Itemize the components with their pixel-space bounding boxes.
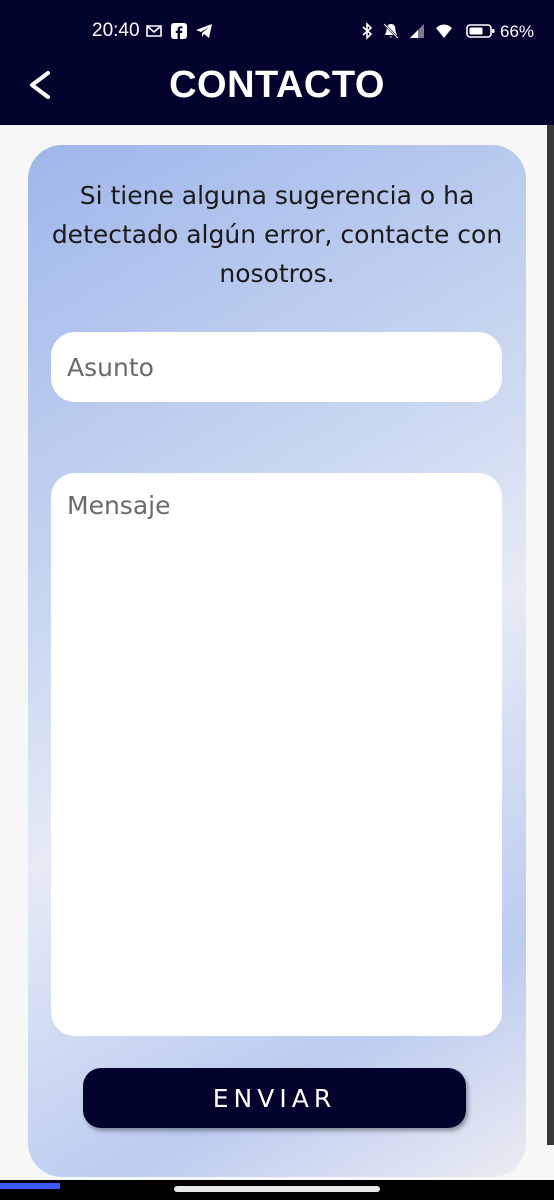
- status-bar: 20:40 66%: [0, 0, 554, 62]
- page-title: CONTACTO: [169, 64, 385, 106]
- battery-icon: [466, 24, 495, 38]
- intro-text: Si tiene alguna sugerencia o ha detectad…: [51, 181, 503, 288]
- nav-indicator: [0, 1183, 60, 1189]
- bluetooth-icon: [362, 22, 373, 40]
- scrollbar-track: [547, 125, 554, 1145]
- gesture-handle[interactable]: [174, 1186, 380, 1192]
- facebook-icon: [171, 23, 187, 39]
- subject-input[interactable]: [51, 332, 502, 402]
- battery-percentage: 66%: [500, 22, 535, 41]
- gmail-icon: [146, 25, 162, 37]
- message-textarea[interactable]: [51, 473, 502, 1036]
- cell-signal-icon: [410, 24, 424, 38]
- app-header: 20:40 66% CONTACTO: [0, 0, 554, 125]
- wifi-icon: [436, 24, 452, 38]
- send-button[interactable]: ENVIAR: [83, 1068, 466, 1128]
- status-time: 20:40: [92, 20, 140, 41]
- mute-bell-icon: [383, 23, 399, 39]
- telegram-icon: [196, 24, 212, 38]
